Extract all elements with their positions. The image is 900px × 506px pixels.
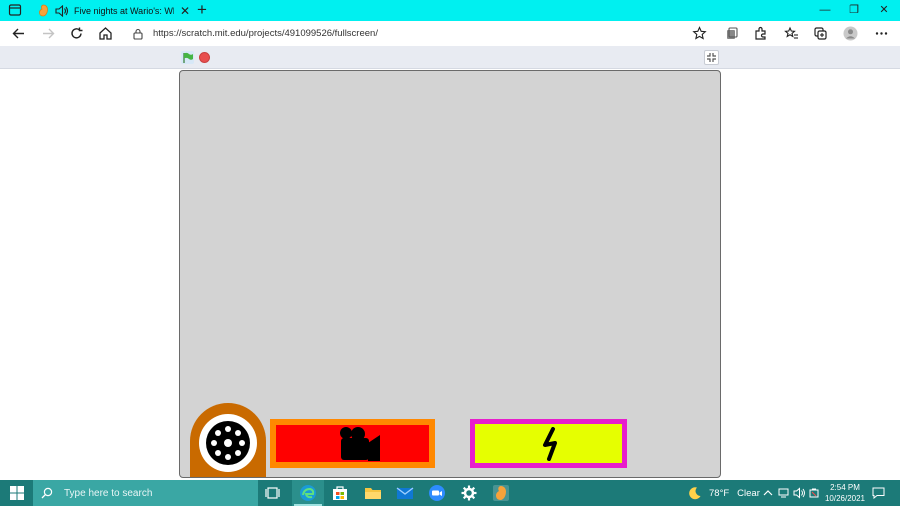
store-icon[interactable] bbox=[331, 484, 349, 502]
notifications-icon[interactable] bbox=[872, 487, 885, 499]
taskbar-search-box[interactable]: Type here to search bbox=[33, 480, 258, 506]
close-window-button[interactable]: ✕ bbox=[877, 3, 891, 17]
tab-title: Five nights at Wario's: What bbox=[74, 5, 174, 16]
browser-tab-bar: Five nights at Wario's: What ✕ + — ❐ ✕ bbox=[0, 0, 900, 21]
green-flag-button[interactable] bbox=[181, 51, 194, 64]
forward-arrow-icon[interactable] bbox=[41, 26, 56, 41]
scratch-stage[interactable] bbox=[179, 70, 721, 478]
green-flag-icon bbox=[183, 52, 193, 63]
more-options-icon[interactable] bbox=[874, 26, 889, 41]
audio-playing-icon[interactable] bbox=[55, 4, 69, 17]
profile-avatar-icon[interactable] bbox=[843, 26, 858, 41]
file-explorer-icon[interactable] bbox=[364, 484, 382, 502]
clock-time: 2:54 PM bbox=[830, 483, 860, 492]
scratch-icon[interactable] bbox=[492, 484, 510, 502]
lightning-icon bbox=[543, 427, 557, 461]
home-icon[interactable] bbox=[98, 26, 113, 41]
fan-icon bbox=[199, 414, 257, 472]
camera-icon bbox=[340, 427, 380, 461]
collections-icon[interactable] bbox=[813, 26, 828, 41]
tab-actions-menu-icon[interactable] bbox=[8, 3, 22, 17]
edge-icon[interactable] bbox=[299, 484, 317, 502]
scratch-favicon-icon bbox=[39, 4, 48, 17]
task-view-icon[interactable] bbox=[264, 484, 282, 502]
camera-button[interactable] bbox=[270, 419, 435, 468]
back-arrow-icon[interactable] bbox=[11, 26, 26, 41]
volume-icon[interactable] bbox=[793, 487, 806, 499]
system-clock[interactable]: 2:54 PM 10/26/2021 bbox=[822, 482, 868, 504]
exit-fullscreen-icon bbox=[707, 53, 716, 62]
search-placeholder: Type here to search bbox=[64, 487, 153, 499]
power-button-fill bbox=[475, 424, 622, 463]
clock-date: 10/26/2021 bbox=[824, 494, 866, 503]
new-tab-button[interactable]: + bbox=[194, 1, 210, 18]
search-icon bbox=[41, 487, 53, 499]
zoom-icon[interactable] bbox=[428, 484, 446, 502]
refresh-icon[interactable] bbox=[69, 26, 84, 41]
weather-temp: 78°F bbox=[709, 487, 730, 499]
camera-button-fill bbox=[276, 425, 429, 462]
lock-icon[interactable] bbox=[132, 28, 144, 40]
exit-fullscreen-button[interactable] bbox=[704, 50, 719, 65]
fan-sprite[interactable] bbox=[190, 403, 266, 477]
windows-taskbar: Type here to search 78°F Clear 2:54 PM 1… bbox=[0, 480, 900, 506]
show-hidden-icons-chevron-icon[interactable] bbox=[763, 488, 773, 498]
address-bar[interactable]: https://scratch.mit.edu/projects/4910995… bbox=[132, 25, 672, 42]
windows-start-icon[interactable] bbox=[10, 486, 24, 500]
mail-icon[interactable] bbox=[396, 484, 414, 502]
stop-button[interactable] bbox=[199, 52, 210, 63]
collections-tab-icon[interactable] bbox=[724, 26, 739, 41]
network-icon[interactable] bbox=[778, 487, 791, 499]
browser-tab[interactable]: Five nights at Wario's: What ✕ bbox=[32, 0, 190, 21]
battery-icon[interactable] bbox=[808, 487, 820, 499]
moon-icon bbox=[689, 487, 701, 500]
favorite-star-icon[interactable] bbox=[692, 26, 707, 41]
weather-condition: Clear bbox=[737, 487, 760, 499]
tab-close-icon[interactable]: ✕ bbox=[180, 5, 190, 17]
scratch-controls-bar bbox=[0, 46, 900, 69]
extensions-icon[interactable] bbox=[753, 26, 768, 41]
minimize-button[interactable]: — bbox=[818, 3, 832, 17]
restore-button[interactable]: ❐ bbox=[847, 3, 861, 17]
browser-toolbar: https://scratch.mit.edu/projects/4910995… bbox=[0, 21, 900, 46]
power-button[interactable] bbox=[470, 419, 627, 468]
favorites-list-icon[interactable] bbox=[784, 26, 799, 41]
url-text[interactable]: https://scratch.mit.edu/projects/4910995… bbox=[153, 28, 378, 39]
weather-widget[interactable]: 78°F Clear bbox=[688, 480, 760, 506]
settings-icon[interactable] bbox=[460, 484, 478, 502]
